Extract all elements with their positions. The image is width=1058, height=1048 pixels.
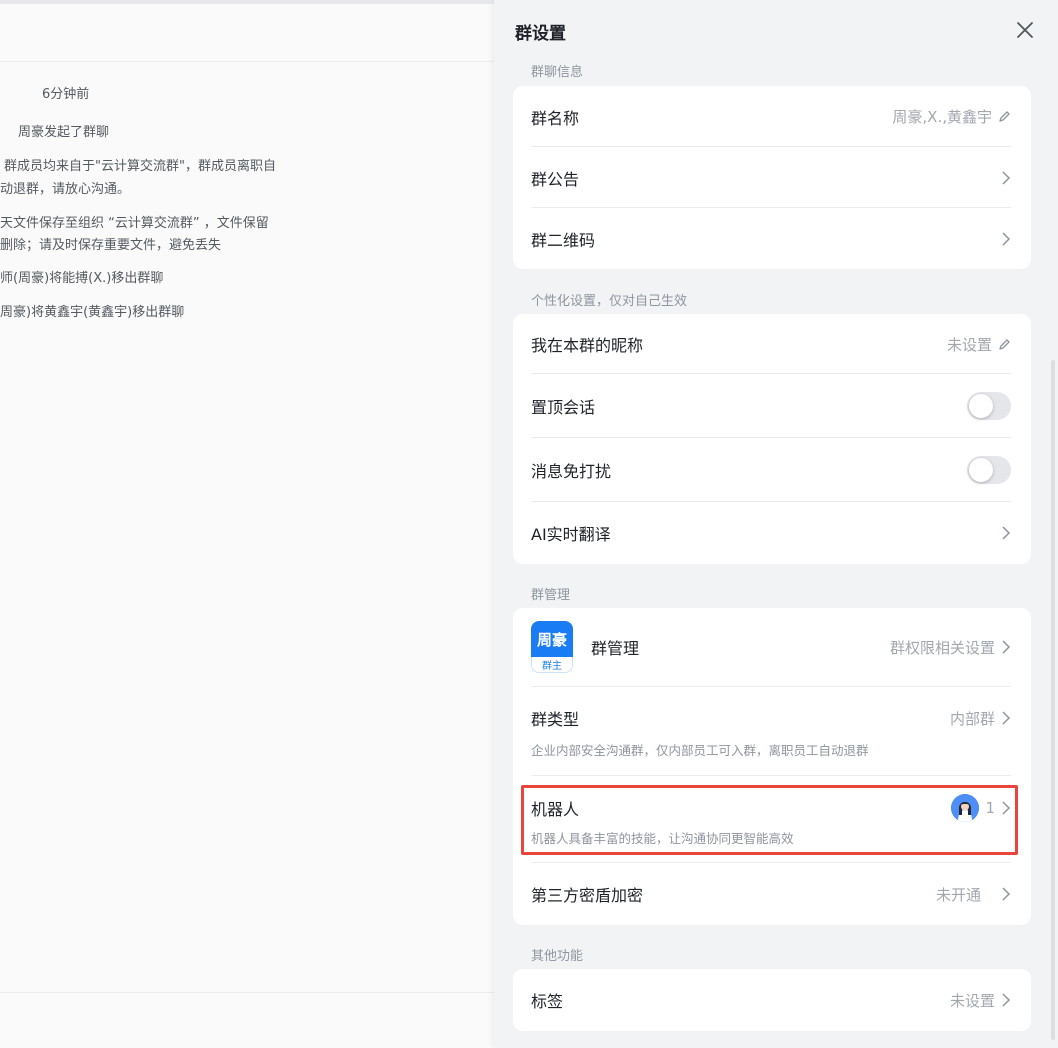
mute-toggle[interactable] — [967, 456, 1011, 484]
tags-value: 未设置 — [949, 991, 995, 1010]
chevron-right-icon — [1002, 711, 1011, 725]
owner-role-badge: 群主 — [531, 657, 573, 673]
chevron-right-icon — [1002, 526, 1011, 540]
group-type-description: 企业内部安全沟通群，仅内部员工可入群，离职员工自动退群 — [531, 743, 869, 758]
chat-input-divider — [0, 992, 494, 993]
announcement-row[interactable]: 群公告 — [531, 147, 1011, 208]
card-other: 标签 未设置 — [513, 969, 1031, 1031]
system-message: 周豪)将黄鑫宇(黄鑫宇)移出群聊 — [0, 305, 185, 320]
group-settings-panel: 群设置 群聊信息 群名称 周豪,X.,黄鑫宇 群公告 群二维码 个性化设置，仅对… — [494, 0, 1058, 1048]
divider — [531, 686, 1011, 687]
bot-row[interactable]: 机器人 1 — [531, 790, 1011, 826]
pin-row: 置顶会话 — [531, 374, 1011, 438]
chat-header — [0, 4, 494, 62]
group-name-label: 群名称 — [531, 108, 580, 128]
translate-label: AI实时翻译 — [531, 525, 611, 544]
bot-avatar — [951, 794, 980, 822]
encrypt-label: 第三方密盾加密 — [531, 886, 644, 905]
chevron-right-icon — [1002, 801, 1011, 815]
close-button[interactable] — [1014, 19, 1036, 41]
section-label-manage: 群管理 — [531, 588, 571, 603]
pin-toggle[interactable] — [967, 392, 1011, 420]
edit-icon[interactable] — [998, 338, 1011, 351]
system-message: 删除；请及时保存重要文件，避免丢失 — [0, 238, 222, 253]
group-type-value: 内部群 — [949, 709, 995, 728]
manage-value: 群权限相关设置 — [889, 638, 995, 657]
system-message: 天文件保存至组织 “云计算交流群” ，文件保留 — [0, 216, 269, 231]
chevron-right-icon — [1002, 887, 1011, 901]
group-name-row[interactable]: 群名称 周豪,X.,黄鑫宇 — [531, 86, 1011, 147]
system-message: 师(周豪)将能搏(X.)移出群聊 — [0, 271, 164, 286]
bot-label: 机器人 — [531, 800, 580, 819]
card-personal: 我在本群的昵称 未设置 置顶会话 消息免打扰 AI实时翻译 — [513, 314, 1031, 564]
bot-count: 1 — [985, 799, 995, 817]
close-icon — [1017, 22, 1033, 38]
mute-label: 消息免打扰 — [531, 462, 612, 481]
mute-row: 消息免打扰 — [531, 438, 1011, 502]
divider — [531, 775, 1011, 776]
owner-avatar: 周豪 群主 — [531, 621, 575, 673]
chevron-right-icon — [1002, 640, 1011, 654]
group-type-row[interactable]: 群类型 内部群 — [531, 700, 1011, 736]
pin-label: 置顶会话 — [531, 398, 596, 417]
section-label-info: 群聊信息 — [531, 65, 584, 80]
announcement-label: 群公告 — [531, 169, 580, 189]
chevron-right-icon — [1002, 231, 1011, 246]
section-label-other: 其他功能 — [531, 949, 584, 964]
manage-label: 群管理 — [591, 639, 640, 658]
system-message: 群成员均来自于"云计算交流群"，群成员离职自 — [4, 159, 276, 174]
section-label-personal: 个性化设置，仅对自己生效 — [531, 294, 688, 309]
scrollbar[interactable] — [1051, 360, 1055, 1040]
tags-label: 标签 — [531, 992, 564, 1011]
card-manage: 周豪 群主 群管理 群权限相关设置 群类型 内部群 企业内部安全沟通群，仅内部员… — [513, 608, 1031, 925]
nickname-value: 未设置 — [946, 335, 992, 354]
qrcode-row[interactable]: 群二维码 — [531, 208, 1011, 269]
panel-title: 群设置 — [515, 24, 566, 44]
translate-row[interactable]: AI实时翻译 — [531, 502, 1011, 564]
toggle-knob — [969, 394, 993, 418]
chevron-right-icon — [1002, 993, 1011, 1007]
qrcode-label: 群二维码 — [531, 230, 596, 250]
card-info: 群名称 周豪,X.,黄鑫宇 群公告 群二维码 — [513, 86, 1031, 269]
edit-icon[interactable] — [998, 110, 1011, 123]
system-message: 动退群，请放心沟通。 — [0, 182, 131, 197]
tags-row[interactable]: 标签 未设置 — [531, 969, 1011, 1031]
chevron-right-icon — [1002, 170, 1011, 185]
nickname-label: 我在本群的昵称 — [531, 336, 644, 355]
toggle-knob — [969, 458, 993, 482]
encrypt-row[interactable]: 第三方密盾加密 未开通 — [531, 863, 1011, 925]
group-type-label: 群类型 — [531, 710, 580, 729]
bot-description: 机器人具备丰富的技能，让沟通协同更智能高效 — [531, 831, 794, 846]
owner-name: 周豪 — [531, 621, 573, 657]
nickname-row[interactable]: 我在本群的昵称 未设置 — [531, 314, 1011, 374]
manage-row[interactable]: 周豪 群主 群管理 群权限相关设置 — [531, 608, 1011, 686]
encrypt-value: 未开通 — [935, 885, 981, 904]
chat-area: 6分钟前 周豪发起了群聊 群成员均来自于"云计算交流群"，群成员离职自 动退群，… — [0, 0, 494, 1048]
group-name-value: 周豪,X.,黄鑫宇 — [892, 108, 992, 126]
system-message: 周豪发起了群聊 — [18, 125, 110, 140]
message-time: 6分钟前 — [42, 87, 90, 102]
